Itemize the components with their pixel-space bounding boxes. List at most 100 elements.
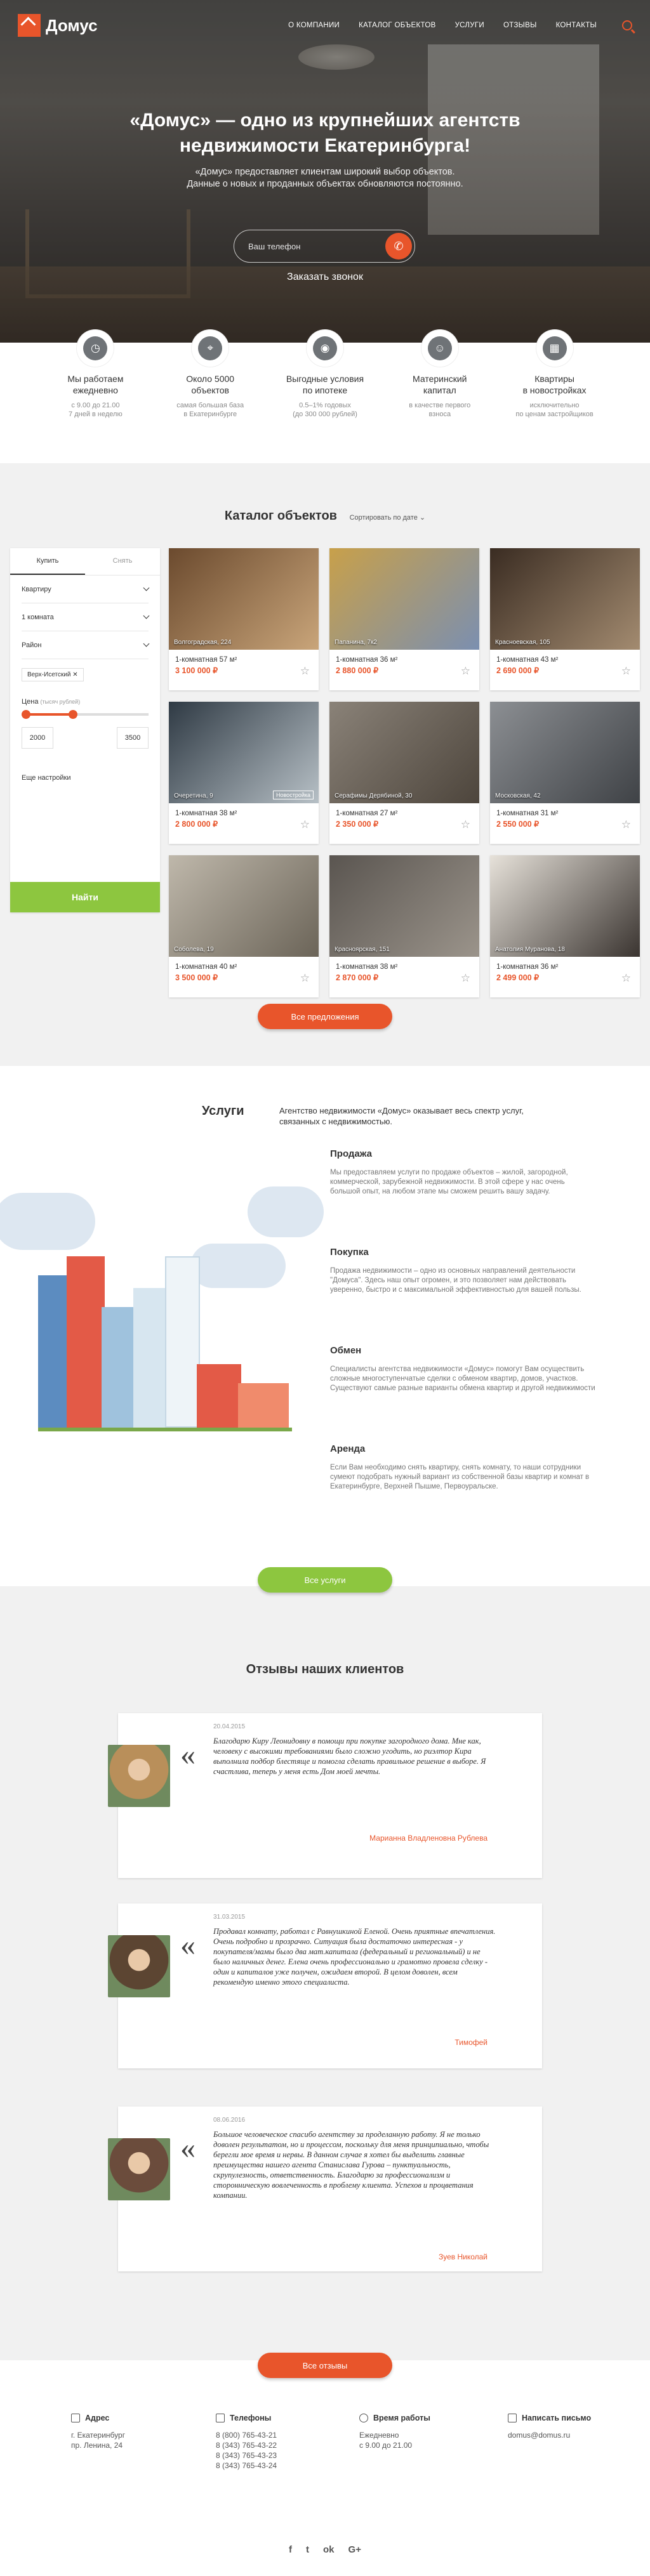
piggy-bank-icon: ◉ xyxy=(312,336,337,360)
services-title: Услуги xyxy=(202,1104,244,1118)
nav-catalog[interactable]: КАТАЛОГ ОБЪЕКТОВ xyxy=(359,22,435,29)
service-item: Покупка Продажа недвижимости – одно из о… xyxy=(330,1247,597,1295)
property-title: 1-комнатная 38 м² xyxy=(175,810,237,817)
property-photo[interactable]: Красноевская, 105 xyxy=(490,548,640,650)
chevron-down-icon xyxy=(143,640,150,647)
property-card[interactable]: Очеретина, 9 Новостройка 1-комнатная 38 … xyxy=(169,702,319,844)
property-price: 2 499 000 ₽ xyxy=(496,973,540,982)
phone-call-button[interactable]: ✆ xyxy=(385,233,412,260)
sort-dropdown[interactable]: Сортировать по дате ⌄ xyxy=(350,513,426,522)
property-photo[interactable]: Красноярская, 151 xyxy=(329,855,479,957)
building-illustration xyxy=(102,1307,136,1428)
nav-services[interactable]: УСЛУГИ xyxy=(455,22,484,29)
favorite-star-icon[interactable]: ☆ xyxy=(300,972,310,985)
review-text: Благодарю Киру Леонидовну в помощи при п… xyxy=(213,1737,486,1776)
all-services-button[interactable]: Все услуги xyxy=(258,1567,392,1593)
property-card[interactable]: Московская, 42 1-комнатная 31 м² 2 550 0… xyxy=(490,702,640,844)
google-plus-icon[interactable]: G+ xyxy=(348,2544,361,2555)
property-card[interactable]: Красноярская, 151 1-комнатная 38 м² 2 87… xyxy=(329,855,479,997)
nav-reviews[interactable]: ОТЗЫВЫ xyxy=(503,22,537,29)
slider-handle-max[interactable] xyxy=(69,710,77,719)
district-tag[interactable]: Верх-Исетский ✕ xyxy=(22,668,84,681)
property-price: 2 880 000 ₽ xyxy=(336,666,379,675)
catalog-title: Каталог объектов xyxy=(224,509,337,523)
logo[interactable]: Домус xyxy=(18,14,98,37)
nav-contacts[interactable]: КОНТАКТЫ xyxy=(556,22,597,29)
property-photo[interactable]: Анатолия Муранова, 18 xyxy=(490,855,640,957)
phone-link[interactable]: 8 (800) 765-43-21 xyxy=(216,2430,277,2440)
order-call-link[interactable]: Заказать звонок xyxy=(0,272,650,283)
facebook-icon[interactable]: f xyxy=(289,2544,292,2555)
favorite-star-icon[interactable]: ☆ xyxy=(621,972,631,985)
building-illustration xyxy=(165,1256,200,1428)
quote-icon: « xyxy=(180,1928,196,1962)
property-photo[interactable]: Папанина, 7к2 xyxy=(329,548,479,650)
property-card[interactable]: Серафимы Дерябиной, 30 1-комнатная 27 м²… xyxy=(329,702,479,844)
all-reviews-button[interactable]: Все отзывы xyxy=(258,2353,392,2378)
favorite-star-icon[interactable]: ☆ xyxy=(621,818,631,831)
hero-title: «Домус» — одно из крупнейших агентств не… xyxy=(129,110,521,156)
close-icon[interactable]: ✕ xyxy=(72,671,77,678)
favorite-star-icon[interactable]: ☆ xyxy=(461,972,470,985)
main-menu: О КОМПАНИИ КАТАЛОГ ОБЪЕКТОВ УСЛУГИ ОТЗЫВ… xyxy=(288,20,632,30)
favorite-star-icon[interactable]: ☆ xyxy=(461,665,470,678)
review-text: Продавал комнату, работал с Равнушкиной … xyxy=(213,1927,496,1987)
property-photo[interactable]: Серафимы Дерябиной, 30 xyxy=(329,702,479,803)
property-address: Анатолия Муранова, 18 xyxy=(495,946,565,953)
property-title: 1-комнатная 43 м² xyxy=(496,656,559,664)
email-link[interactable]: domus@domus.ru xyxy=(508,2430,591,2440)
district-select[interactable]: Район xyxy=(22,631,150,659)
nav-about[interactable]: О КОМПАНИИ xyxy=(288,22,340,29)
favorite-star-icon[interactable]: ☆ xyxy=(300,818,310,831)
property-title: 1-комнатная 27 м² xyxy=(336,810,398,817)
chevron-down-icon xyxy=(143,584,150,591)
favorite-star-icon[interactable]: ☆ xyxy=(461,818,470,831)
price-max-input[interactable]: 3500 xyxy=(117,727,149,749)
feature-title: Выгодные условия по ипотеке xyxy=(286,374,364,395)
review-date: 08.06.2016 xyxy=(213,2117,246,2124)
all-offers-button[interactable]: Все предложения xyxy=(258,1004,392,1029)
property-card[interactable]: Волгоградская, 224 1-комнатная 57 м² 3 1… xyxy=(169,548,319,690)
favorite-star-icon[interactable]: ☆ xyxy=(300,665,310,678)
footer-mail: Написать письмо domus@domus.ru xyxy=(508,2414,592,2440)
feature-note: самая большая база в Екатеринбурге xyxy=(176,402,244,418)
social-links: f t ok G+ xyxy=(0,2544,650,2555)
slider-handle-min[interactable] xyxy=(22,710,30,719)
property-type-select[interactable]: Квартиру xyxy=(22,575,150,603)
phone-link[interactable]: 8 (343) 765-43-24 xyxy=(216,2461,277,2471)
mail-icon xyxy=(508,2414,517,2422)
odnoklassniki-icon[interactable]: ok xyxy=(323,2544,335,2555)
quote-icon: « xyxy=(180,2131,196,2165)
property-address: Московская, 42 xyxy=(495,792,541,799)
property-card[interactable]: Соболева, 19 1-комнатная 40 м² 3 500 000… xyxy=(169,855,319,997)
more-settings-link[interactable]: Еще настройки xyxy=(22,774,149,782)
property-photo[interactable]: Соболева, 19 xyxy=(169,855,319,957)
phone-link[interactable]: 8 (343) 765-43-23 xyxy=(216,2450,277,2461)
tab-rent[interactable]: Снять xyxy=(85,548,160,575)
price-min-input[interactable]: 2000 xyxy=(22,727,53,749)
tab-buy[interactable]: Купить xyxy=(10,548,85,575)
price-slider[interactable] xyxy=(22,710,149,719)
property-address: Красноярская, 151 xyxy=(335,946,390,953)
footer-address: Адрес г. Екатеринбург пр. Ленина, 24 xyxy=(71,2414,126,2450)
property-title: 1-комнатная 31 м² xyxy=(496,810,559,817)
feature-note: с 9.00 до 21.00 7 дней в неделю xyxy=(69,402,123,418)
property-address: Серафимы Дерябиной, 30 xyxy=(335,792,413,799)
twitter-icon[interactable]: t xyxy=(306,2544,309,2555)
property-photo[interactable]: Московская, 42 xyxy=(490,702,640,803)
property-card[interactable]: Папанина, 7к2 1-комнатная 36 м² 2 880 00… xyxy=(329,548,479,690)
favorite-star-icon[interactable]: ☆ xyxy=(621,665,631,678)
property-photo[interactable]: Волгоградская, 224 xyxy=(169,548,319,650)
search-icon[interactable] xyxy=(622,20,632,30)
hero: Домус О КОМПАНИИ КАТАЛОГ ОБЪЕКТОВ УСЛУГИ… xyxy=(0,0,650,343)
property-photo[interactable]: Очеретина, 9 Новостройка xyxy=(169,702,319,803)
phone-link[interactable]: 8 (343) 765-43-22 xyxy=(216,2440,277,2450)
property-price: 2 550 000 ₽ xyxy=(496,820,540,829)
ground-illustration xyxy=(38,1428,292,1431)
property-card[interactable]: Анатолия Муранова, 18 1-комнатная 36 м² … xyxy=(490,855,640,997)
phone-input[interactable] xyxy=(248,241,375,251)
property-card[interactable]: Красноевская, 105 1-комнатная 43 м² 2 69… xyxy=(490,548,640,690)
rooms-select[interactable]: 1 комната xyxy=(22,603,150,631)
property-title: 1-комнатная 36 м² xyxy=(496,963,559,971)
find-button[interactable]: Найти xyxy=(10,882,160,912)
